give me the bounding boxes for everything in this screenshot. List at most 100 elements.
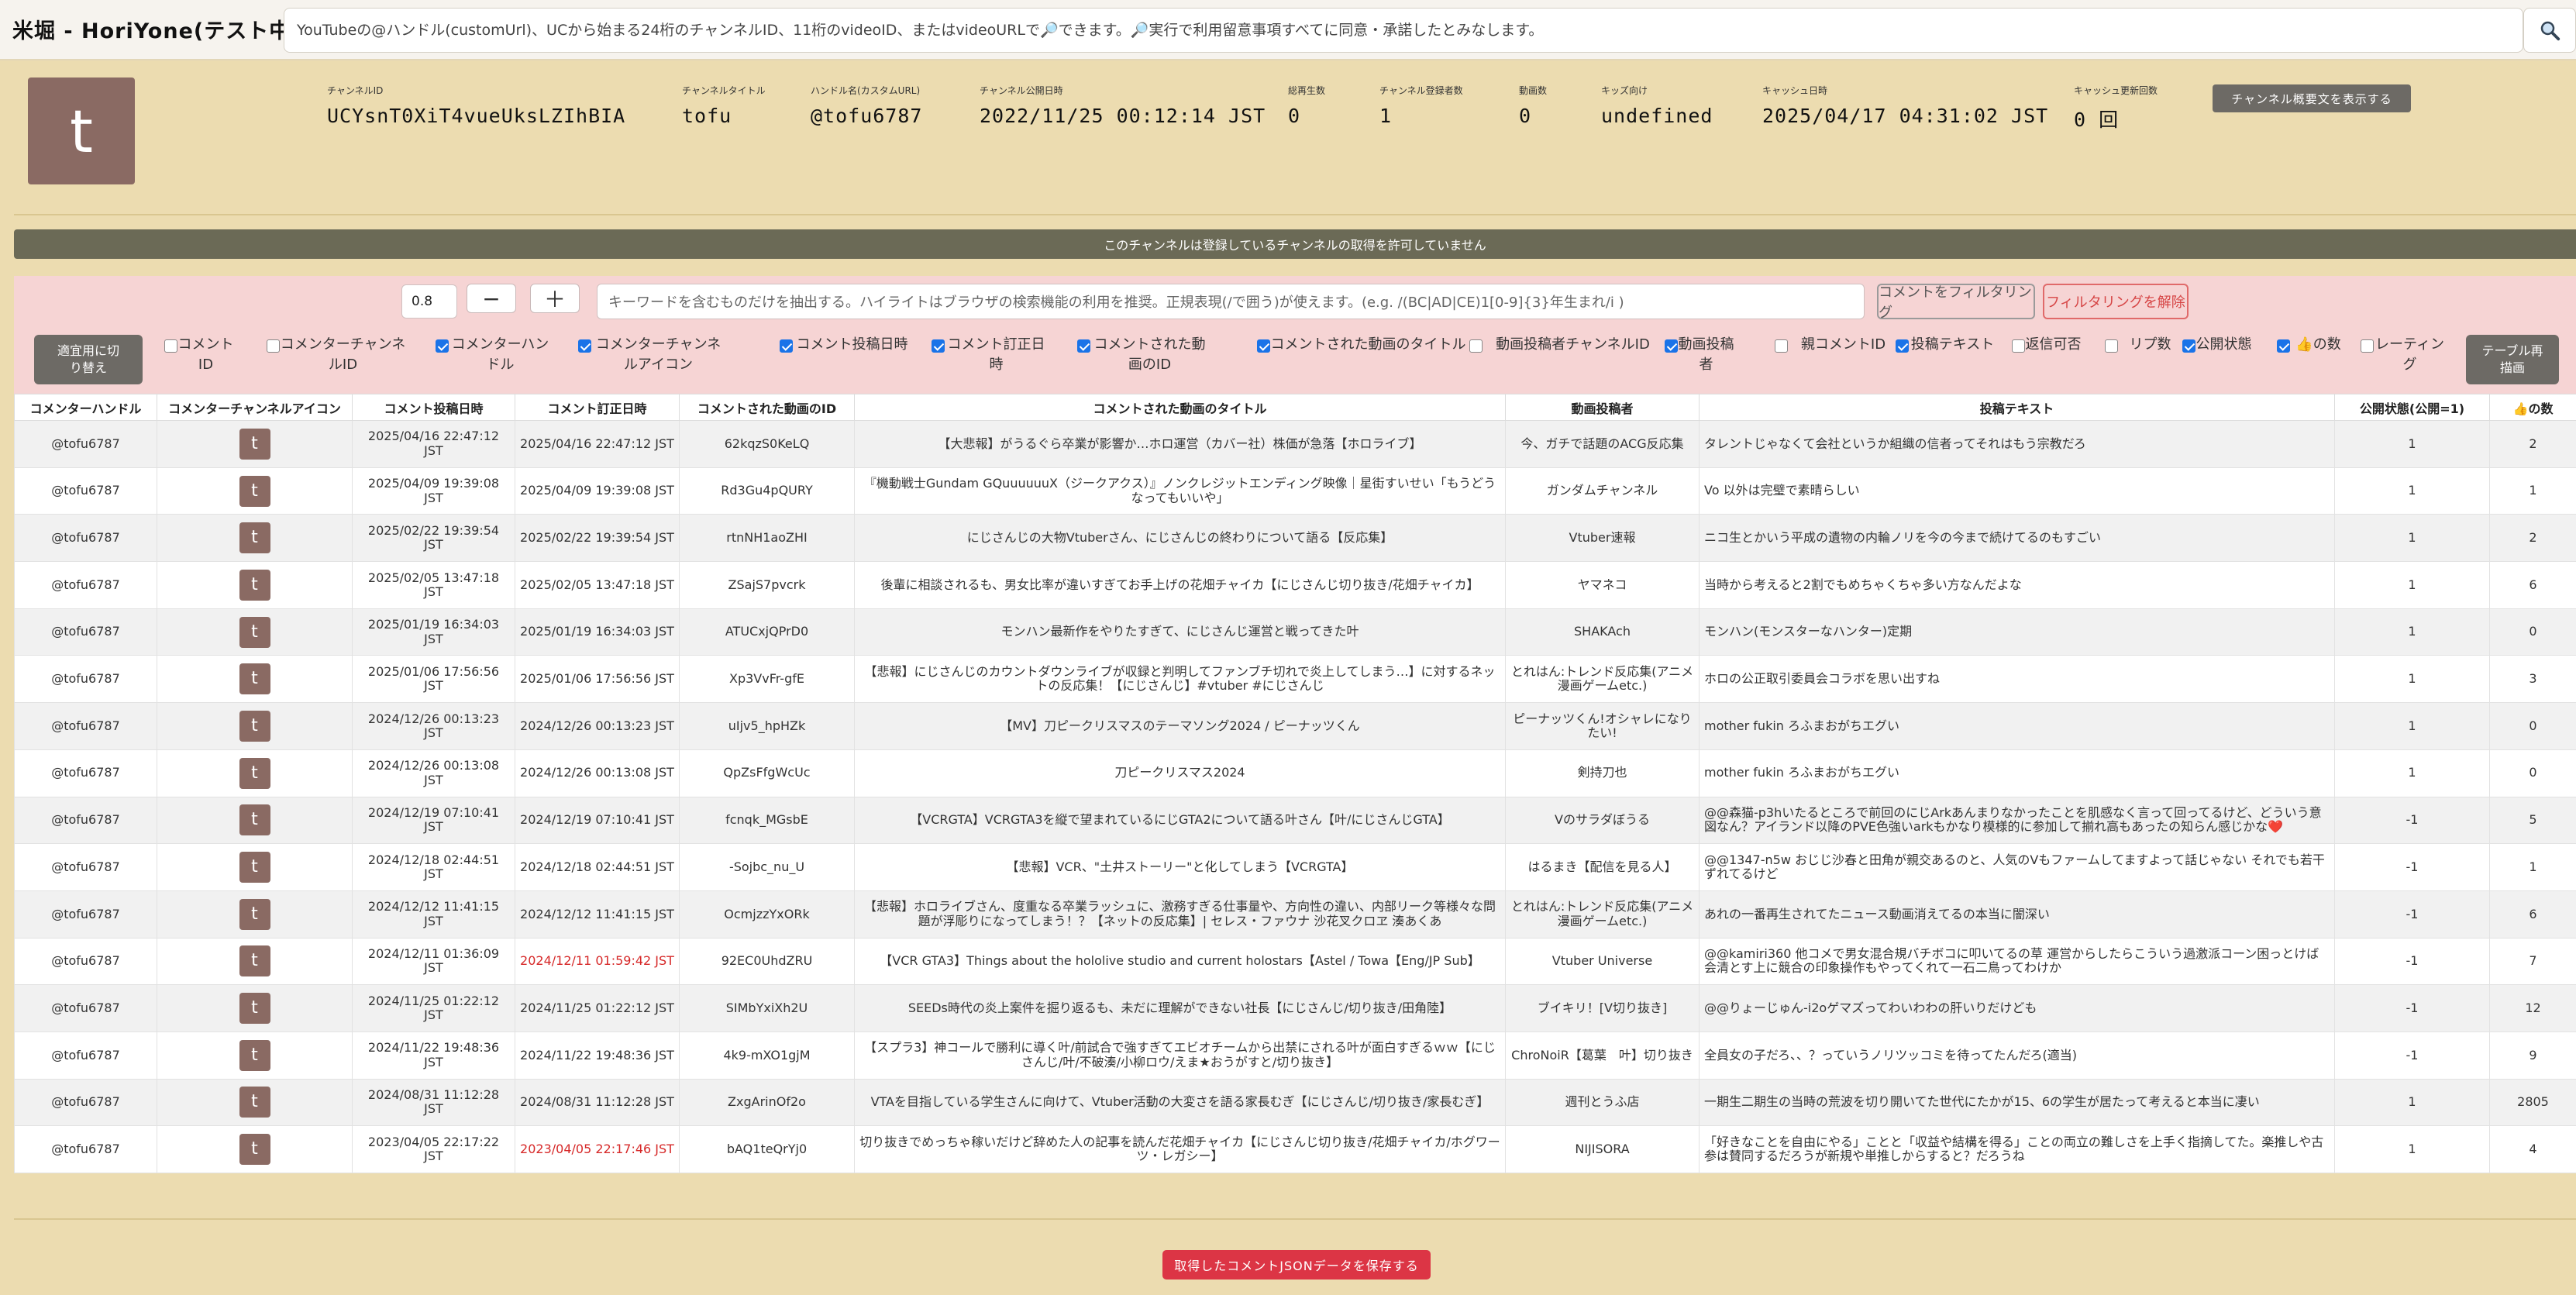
commenter-handle-cell: @tofu6787	[14, 796, 157, 845]
posted-date-cell: 2025/01/19 16:34:03 JST	[352, 608, 515, 656]
column-header[interactable]: 公開状態(公開=1)	[2334, 394, 2490, 421]
checkbox-checked[interactable]	[932, 339, 945, 353]
column-toggle[interactable]: コメンターチャンネルID	[267, 335, 406, 375]
status-text: -1	[2406, 1001, 2419, 1015]
column-toggle[interactable]: コメントされた動画のタイトル	[1257, 335, 1466, 355]
video-id-cell: ATUCxjQPrD0	[679, 608, 855, 656]
field-value: tofu	[682, 105, 732, 127]
checkbox-checked[interactable]	[780, 339, 793, 353]
checkbox-unchecked[interactable]	[1469, 339, 1483, 353]
column-toggle[interactable]: 返信可否	[2012, 335, 2082, 355]
filter-input[interactable]: キーワードを含むものだけを抽出する。ハイライトはブラウザの検索機能の利用を推奨。…	[597, 284, 1865, 319]
column-toggle[interactable]: 動画投稿者	[1665, 335, 1734, 375]
column-toggle-label: コメントID	[177, 336, 234, 374]
posted-date-text: 2025/04/16 22:47:12 JST	[367, 429, 500, 458]
clear-filter-button[interactable]: フィルタリングを解除	[2043, 284, 2189, 319]
commenter-handle-cell: @tofu6787	[14, 702, 157, 750]
zoom-input[interactable]: 0.8	[401, 284, 457, 319]
checkbox-checked[interactable]	[1077, 339, 1090, 353]
checkbox-checked[interactable]	[578, 339, 591, 353]
commenter-handle-text: @tofu6787	[51, 577, 120, 592]
checkbox-unchecked[interactable]	[2105, 339, 2118, 353]
comment-text-text: Vo 以外は完璧で素晴らしい	[1704, 484, 1860, 498]
status-cell: -1	[2334, 1031, 2490, 1080]
column-header[interactable]: コメント投稿日時	[352, 394, 515, 421]
column-toggle[interactable]: コメントされた動画のID	[1077, 335, 1209, 375]
column-header[interactable]: 投稿テキスト	[1699, 394, 2335, 421]
checkbox-unchecked[interactable]	[1775, 339, 1788, 353]
checkbox-checked[interactable]	[1257, 339, 1270, 353]
checkbox-checked[interactable]	[436, 339, 449, 353]
edited-date-cell: 2024/12/18 02:44:51 JST	[515, 843, 680, 891]
checkbox-checked[interactable]	[1896, 339, 1909, 353]
posted-date-text: 2024/08/31 11:12:28 JST	[367, 1088, 500, 1117]
zoom-plus-button[interactable]: ＋	[530, 284, 580, 313]
checkbox-unchecked[interactable]	[164, 339, 177, 353]
column-toggle-label: 親コメントID	[1800, 336, 1886, 353]
status-text: 1	[2408, 718, 2416, 733]
likes-text: 2805	[2517, 1095, 2549, 1110]
redraw-table-button[interactable]: テーブル再描画	[2466, 335, 2559, 384]
column-toggle[interactable]: レーティング	[2361, 335, 2446, 375]
commenter-icon-cell: t	[157, 1078, 353, 1127]
column-header[interactable]: コメンターハンドル	[14, 394, 157, 421]
column-toggle[interactable]: コメントID	[164, 335, 234, 375]
field-label: キャッシュ日時	[1762, 85, 1828, 96]
checkbox-unchecked[interactable]	[2012, 339, 2025, 353]
checkbox-checked[interactable]	[2182, 339, 2195, 353]
checkbox-checked[interactable]	[2277, 339, 2290, 353]
switch-view-button[interactable]: 適宜用に切り替え	[34, 335, 143, 384]
column-toggle[interactable]: 公開状態	[2182, 335, 2252, 355]
column-toggle[interactable]: 動画投稿者チャンネルID	[1469, 335, 1663, 355]
video-title-cell: 切り抜きでめっちゃ稼いだけど辞めた人の記事を読んだ花畑チャイカ【にじさんじ切り抜…	[854, 1125, 1506, 1173]
table-row: @tofu6787 t 2023/04/05 22:17:22 JST 2023/04…	[14, 1125, 2576, 1173]
column-toggle-label: リプ数	[2129, 336, 2171, 353]
column-header[interactable]: コメント訂正日時	[515, 394, 680, 421]
status-text: 1	[2408, 672, 2416, 687]
likes-text: 1	[2529, 484, 2537, 498]
column-header[interactable]: コメンターチャンネルアイコン	[157, 394, 353, 421]
column-header[interactable]: コメントされた動画のID	[679, 394, 855, 421]
column-toggle[interactable]: リプ数	[2105, 335, 2182, 355]
video-title-text: 【MV】刀ピークリスマスのテーマソング2024 / ピーナッツくん	[1000, 718, 1360, 733]
posted-date-cell: 2024/12/18 02:44:51 JST	[352, 843, 515, 891]
search-input[interactable]	[284, 8, 2523, 53]
uploader-text: 剣持刀也	[1577, 766, 1627, 780]
zoom-minus-button[interactable]: −	[467, 284, 516, 313]
uploader-text: ブイキリ！[V切り抜き]	[1537, 1001, 1668, 1015]
comment-text-cell: @@kamiri360 他コメで男女混合規バチボコに叩いてるの草 運営からしたら…	[1699, 937, 2335, 986]
field-value: @tofu6787	[811, 105, 923, 127]
save-json-button[interactable]: 取得したコメントJSONデータを保存する	[1162, 1250, 1431, 1280]
column-toggle-label: コメントされた動画のID	[1093, 336, 1206, 374]
column-toggle[interactable]: コメンターハンドル	[436, 335, 552, 375]
column-toggle[interactable]: コメント訂正日時	[932, 335, 1048, 375]
posted-date-text: 2024/12/12 11:41:15 JST	[367, 900, 500, 928]
column-toggle[interactable]: 親コメントID	[1775, 335, 1899, 355]
uploader-text: SHAKAch	[1574, 625, 1631, 639]
checkbox-unchecked[interactable]	[2361, 339, 2374, 353]
commenter-handle-cell: @tofu6787	[14, 890, 157, 939]
column-toggle[interactable]: 投稿テキスト	[1896, 335, 1996, 355]
checkbox-checked[interactable]	[1665, 339, 1678, 353]
column-toggle[interactable]: 👍の数	[2277, 335, 2347, 355]
checkbox-unchecked[interactable]	[267, 339, 280, 353]
posted-date-text: 2024/12/26 00:13:23 JST	[367, 711, 500, 740]
column-toggle[interactable]: コメンターチャンネルアイコン	[578, 335, 725, 375]
commenter-handle-text: @tofu6787	[51, 625, 120, 639]
uploader-cell: Vtuber Universe	[1505, 937, 1700, 986]
commenter-handle-text: @tofu6787	[51, 813, 120, 828]
commenter-handle-cell: @tofu6787	[14, 1125, 157, 1173]
column-header[interactable]: コメントされた動画のタイトル	[854, 394, 1506, 421]
show-description-button[interactable]: チャンネル概要文を表示する	[2213, 84, 2411, 112]
likes-cell: 6	[2489, 561, 2576, 609]
cache-count-field: キャッシュ更新回数 0 回	[2074, 84, 2158, 133]
avatar: t	[239, 898, 270, 930]
search-button[interactable]	[2523, 8, 2576, 53]
status-text: -1	[2406, 907, 2419, 921]
edited-date-cell: 2024/11/25 01:22:12 JST	[515, 984, 680, 1032]
column-toggle[interactable]: コメント投稿日時	[780, 335, 911, 355]
filter-button[interactable]: コメントをフィルタリング	[1877, 284, 2035, 321]
column-header[interactable]: 動画投稿者	[1505, 394, 1700, 421]
status-cell: 1	[2334, 749, 2490, 797]
column-header[interactable]: 👍の数	[2489, 394, 2576, 421]
